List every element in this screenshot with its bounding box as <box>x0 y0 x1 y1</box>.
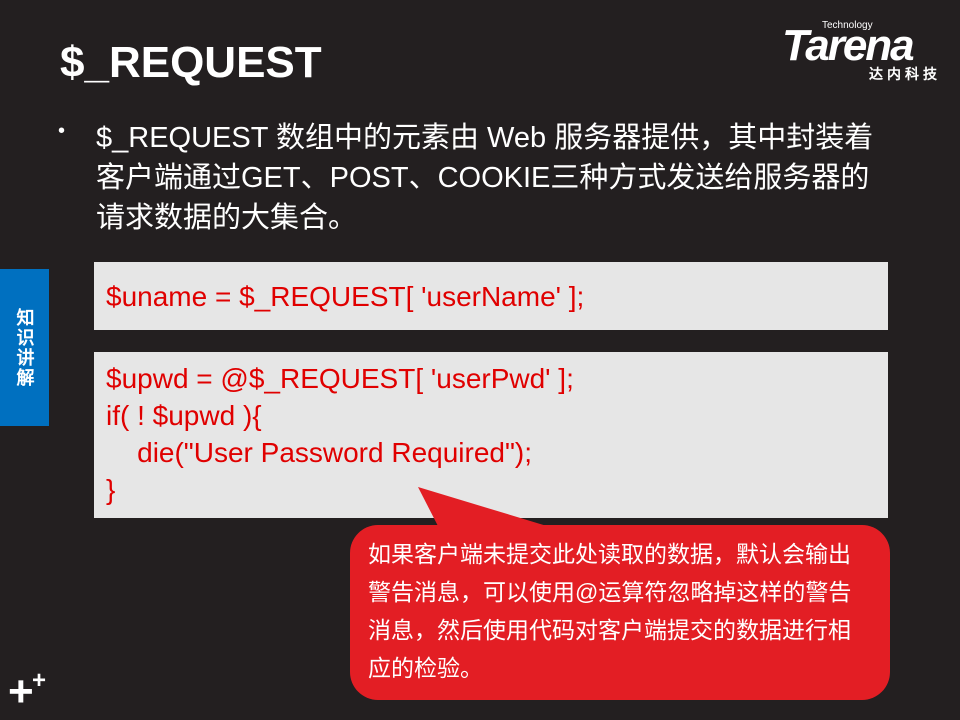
bullet-text: $_REQUEST 数组中的元素由 Web 服务器提供，其中封装着客户端通过GE… <box>96 122 874 234</box>
slide-title: $_REQUEST <box>60 38 322 87</box>
tarena-logo: Technology Tarena 达内科技 <box>782 20 947 82</box>
side-tab-label: 知识讲解 <box>14 307 35 388</box>
code-block-2: $upwd = @$_REQUEST[ 'userPwd' ]; if( ! $… <box>94 352 888 518</box>
side-tab: 知识讲解 <box>0 269 49 426</box>
logo-name: Tarena <box>782 21 915 70</box>
plus-small-icon: + <box>32 667 47 694</box>
plus-icon: + <box>8 667 34 716</box>
bullet-icon: • <box>58 120 66 142</box>
code-block-1: $uname = $_REQUEST[ 'userName' ]; <box>94 262 888 330</box>
callout-note: 如果客户端未提交此处读取的数据，默认会输出警告消息，可以使用@运算符忽略掉这样的… <box>350 525 890 700</box>
logo-cn: 达内科技 <box>869 66 941 82</box>
